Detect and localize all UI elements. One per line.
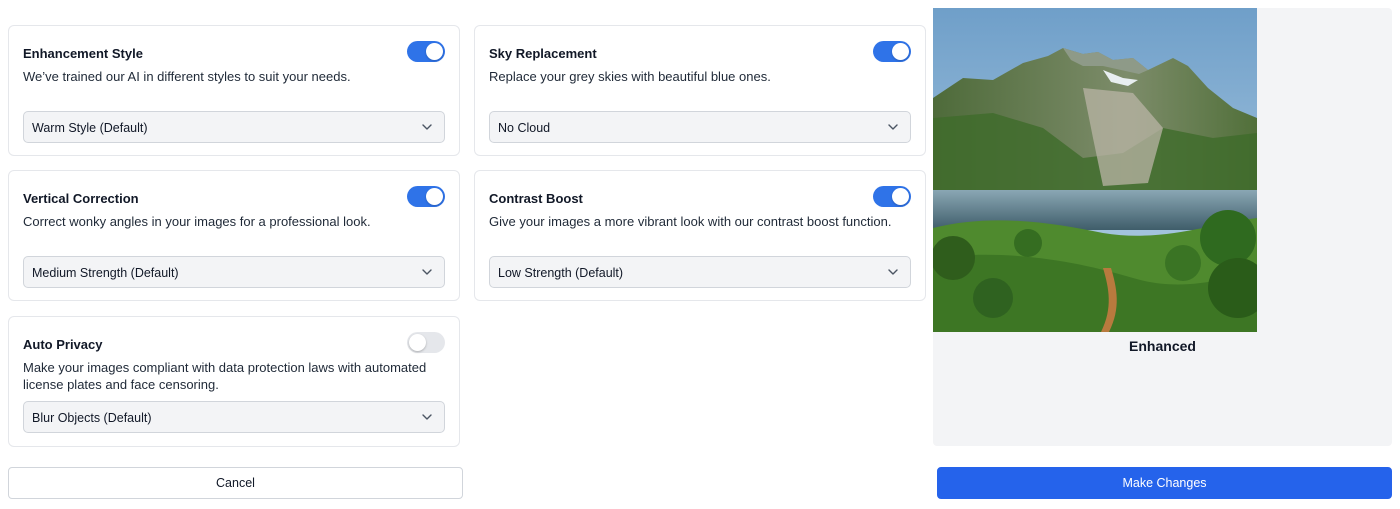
card-auto-privacy: Auto Privacy Make your images compliant … <box>8 316 460 447</box>
card-title: Enhancement Style <box>23 46 143 61</box>
select-value: Low Strength (Default) <box>498 266 624 280</box>
chevron-down-icon <box>888 269 898 275</box>
card-contrast-boost: Contrast Boost Give your images a more v… <box>474 170 926 301</box>
enhancement-style-toggle[interactable] <box>407 41 445 62</box>
card-vertical-correction: Vertical Correction Correct wonky angles… <box>8 170 460 301</box>
sky-replacement-toggle[interactable] <box>873 41 911 62</box>
card-title: Vertical Correction <box>23 191 139 206</box>
select-value: Medium Strength (Default) <box>32 266 179 280</box>
card-title: Contrast Boost <box>489 191 583 206</box>
preview-caption: Enhanced <box>1129 338 1196 354</box>
vertical-correction-toggle[interactable] <box>407 186 445 207</box>
toggle-knob <box>409 334 426 351</box>
card-title: Auto Privacy <box>23 337 103 352</box>
card-description: Correct wonky angles in your images for … <box>23 214 371 229</box>
card-description: Make your images compliant with data pro… <box>23 360 427 392</box>
select-value: No Cloud <box>498 121 551 135</box>
make-changes-button[interactable]: Make Changes <box>937 467 1392 499</box>
toggle-knob <box>426 43 443 60</box>
preview-panel: Enhanced <box>933 8 1392 446</box>
chevron-down-icon <box>888 124 898 130</box>
card-enhancement-style: Enhancement Style We’ve trained our AI i… <box>8 25 460 156</box>
auto-privacy-toggle[interactable] <box>407 332 445 353</box>
select-value: Warm Style (Default) <box>32 121 148 135</box>
card-description: Give your images a more vibrant look wit… <box>489 214 892 229</box>
contrast-boost-toggle[interactable] <box>873 186 911 207</box>
auto-privacy-select[interactable]: Blur Objects (Default) <box>23 401 445 433</box>
chevron-down-icon <box>422 269 432 275</box>
preview-image <box>933 8 1257 332</box>
cancel-button[interactable]: Cancel <box>8 467 463 499</box>
toggle-knob <box>892 188 909 205</box>
card-sky-replacement: Sky Replacement Replace your grey skies … <box>474 25 926 156</box>
chevron-down-icon <box>422 124 432 130</box>
vertical-correction-select[interactable]: Medium Strength (Default) <box>23 256 445 288</box>
landscape-illustration <box>933 8 1257 332</box>
chevron-down-icon <box>422 414 432 420</box>
select-value: Blur Objects (Default) <box>32 411 152 425</box>
card-description: We’ve trained our AI in different styles… <box>23 69 351 84</box>
toggle-knob <box>892 43 909 60</box>
card-title: Sky Replacement <box>489 46 597 61</box>
sky-replacement-select[interactable]: No Cloud <box>489 111 911 143</box>
toggle-knob <box>426 188 443 205</box>
card-description: Replace your grey skies with beautiful b… <box>489 69 771 84</box>
enhancement-style-select[interactable]: Warm Style (Default) <box>23 111 445 143</box>
contrast-boost-select[interactable]: Low Strength (Default) <box>489 256 911 288</box>
